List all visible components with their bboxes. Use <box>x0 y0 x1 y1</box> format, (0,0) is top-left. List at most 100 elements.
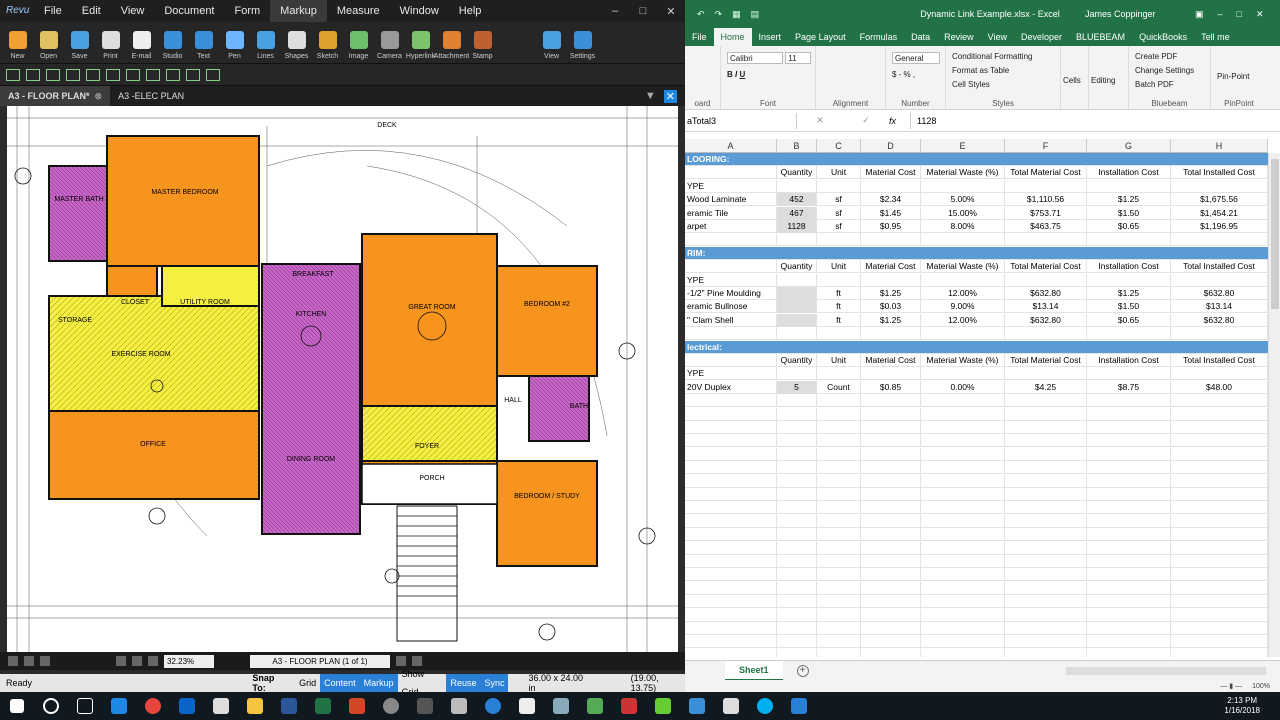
tab-home[interactable]: Home <box>713 28 752 46</box>
tool-camera-button[interactable]: Camera <box>374 21 405 63</box>
cell[interactable] <box>861 179 921 193</box>
cell[interactable] <box>861 421 921 434</box>
cell[interactable] <box>921 608 1005 622</box>
maximize-icon[interactable]: □ <box>629 5 657 18</box>
app-icon[interactable] <box>612 692 646 720</box>
cell[interactable] <box>777 581 817 595</box>
cell[interactable] <box>1005 327 1087 341</box>
cell[interactable] <box>861 514 921 528</box>
cell[interactable]: Material Waste (%) <box>921 166 1005 180</box>
cell[interactable] <box>777 367 817 381</box>
cell[interactable]: Material Waste (%) <box>921 260 1005 274</box>
app-icon[interactable] <box>680 692 714 720</box>
close-icon[interactable]: ✕ <box>657 5 685 18</box>
cell[interactable] <box>1171 648 1268 657</box>
tab-formulas[interactable]: Formulas <box>853 28 905 46</box>
cell[interactable] <box>1087 622 1171 635</box>
cell[interactable] <box>861 555 921 568</box>
cell[interactable] <box>777 595 817 609</box>
nav-icon[interactable] <box>24 656 34 666</box>
cell[interactable]: Quantity <box>777 260 817 274</box>
cell[interactable] <box>1087 648 1171 657</box>
cell[interactable] <box>1087 327 1171 341</box>
cell[interactable]: $632.80 <box>1171 287 1268 300</box>
cell[interactable]: $13.14 <box>1171 300 1268 314</box>
cell[interactable] <box>1171 581 1268 595</box>
cell[interactable] <box>1171 434 1268 448</box>
cell[interactable] <box>1171 595 1268 609</box>
cell[interactable]: 1128 <box>777 220 817 233</box>
cell[interactable]: 8.00% <box>921 220 1005 233</box>
tool-sketch-button[interactable]: Sketch <box>312 21 343 63</box>
cell[interactable] <box>777 474 817 488</box>
cell[interactable] <box>1005 648 1087 657</box>
cell[interactable] <box>1171 179 1268 193</box>
minimize-icon[interactable]: – <box>601 5 629 18</box>
cell[interactable] <box>1005 421 1087 434</box>
cell[interactable]: $1.50 <box>1087 206 1171 220</box>
cell[interactable] <box>685 581 777 595</box>
column-header-a[interactable]: A <box>685 139 777 153</box>
cell[interactable] <box>1171 608 1268 622</box>
cell[interactable] <box>1005 568 1087 582</box>
cell[interactable]: 5.00% <box>921 193 1005 207</box>
tell-me-search[interactable]: Tell me <box>1194 28 1237 46</box>
cell[interactable] <box>685 568 777 582</box>
tool-attachment-button[interactable]: Attachment <box>434 21 469 63</box>
cell[interactable] <box>1005 514 1087 528</box>
font-name-combo[interactable]: Calibri <box>727 52 783 64</box>
tool-new-button[interactable]: New <box>2 21 33 63</box>
menu-window[interactable]: Window <box>390 0 449 22</box>
cell[interactable] <box>777 622 817 635</box>
currency-button[interactable]: $ - % , <box>892 70 915 79</box>
tab-developer[interactable]: Developer <box>1014 28 1069 46</box>
app-icon[interactable] <box>578 692 612 720</box>
menu-help[interactable]: Help <box>449 0 492 22</box>
tool-icon[interactable] <box>106 68 120 81</box>
cell[interactable]: $1,454.21 <box>1171 206 1268 220</box>
cell[interactable] <box>1005 394 1087 408</box>
tool-icon[interactable] <box>46 68 60 81</box>
tool-shapes-button[interactable]: Shapes <box>281 21 312 63</box>
cell[interactable] <box>817 501 861 515</box>
cell[interactable] <box>1171 635 1268 649</box>
cell[interactable] <box>861 273 921 287</box>
cell[interactable]: eramic Tile <box>685 206 777 220</box>
tool-icon[interactable] <box>6 68 20 81</box>
cell[interactable] <box>1171 555 1268 568</box>
outlook-icon[interactable] <box>170 692 204 720</box>
redo-icon[interactable]: ↷ <box>715 9 723 20</box>
cell[interactable] <box>817 434 861 448</box>
cell[interactable]: $0.03 <box>861 300 921 314</box>
cell[interactable]: $0.95 <box>861 220 921 233</box>
cell[interactable] <box>685 407 777 421</box>
cell[interactable]: 5 <box>777 380 817 394</box>
nav-icon[interactable] <box>8 656 18 666</box>
cell[interactable]: $0.65 <box>1087 220 1171 233</box>
tool-icon[interactable] <box>166 68 180 81</box>
app-icon[interactable] <box>544 692 578 720</box>
cell[interactable] <box>921 514 1005 528</box>
cell[interactable]: Quantity <box>777 166 817 180</box>
cell[interactable]: $1,110.56 <box>1005 193 1087 207</box>
cell[interactable] <box>1171 394 1268 408</box>
cell[interactable] <box>777 394 817 408</box>
cell[interactable] <box>685 541 777 555</box>
cell[interactable] <box>685 635 777 649</box>
cell[interactable] <box>685 434 777 448</box>
cell[interactable] <box>1005 367 1087 381</box>
sheet-tab-sheet1[interactable]: Sheet1 <box>725 660 783 681</box>
bluebeam-taskbar-icon[interactable] <box>476 692 510 720</box>
start-button[interactable] <box>0 692 34 720</box>
cell[interactable] <box>777 447 817 461</box>
cell[interactable] <box>1087 528 1171 542</box>
cell[interactable] <box>1087 273 1171 287</box>
enter-icon[interactable]: ✓ <box>862 115 870 126</box>
menu-measure[interactable]: Measure <box>327 0 390 22</box>
cell[interactable] <box>777 568 817 582</box>
number-format-combo[interactable]: General <box>892 52 940 64</box>
cell[interactable]: YPE <box>685 179 777 193</box>
column-header-c[interactable]: C <box>817 139 861 153</box>
cell[interactable] <box>685 260 777 274</box>
undo-icon[interactable]: ↶ <box>697 9 705 20</box>
